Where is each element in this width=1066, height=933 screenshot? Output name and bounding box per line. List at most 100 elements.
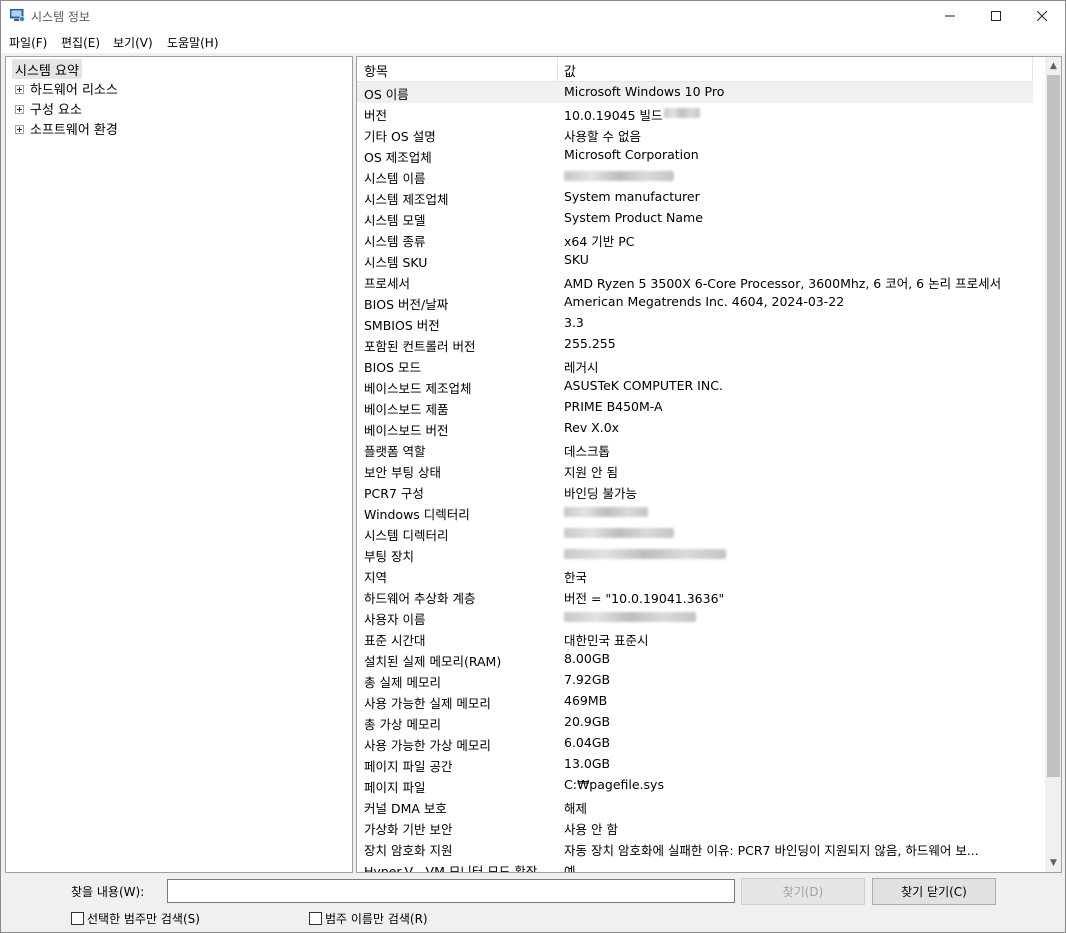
column-divider[interactable] xyxy=(557,57,558,81)
checkbox-box[interactable] xyxy=(309,912,322,925)
column-header-value[interactable]: 값 xyxy=(564,61,576,80)
row-item-label: 표준 시간대 xyxy=(364,633,426,648)
row-item-label: 시스템 모델 xyxy=(364,213,426,228)
table-row[interactable]: 부팅 장치 xyxy=(357,544,1033,565)
tree-item-label: 소프트웨어 환경 xyxy=(30,123,118,138)
table-row[interactable]: 버전 10.0.19045 빌드 xyxy=(357,103,1033,124)
table-row[interactable]: 보안 부팅 상태 지원 안 됨 xyxy=(357,460,1033,481)
row-item-label: 사용 가능한 실제 메모리 xyxy=(364,696,491,711)
row-value: 해제 xyxy=(564,801,588,816)
redacted-value xyxy=(564,168,674,184)
table-row[interactable]: SMBIOS 버전 3.3 xyxy=(357,313,1033,334)
row-value: PRIME B450M-A xyxy=(564,399,663,414)
row-value: Microsoft Windows 10 Pro xyxy=(564,84,725,99)
tree-item-hardware-resources[interactable]: 하드웨어 리소스 xyxy=(6,79,346,99)
table-row[interactable]: OS 제조업체 Microsoft Corporation xyxy=(357,145,1033,166)
table-row[interactable]: 설치된 실제 메모리(RAM) 8.00GB xyxy=(357,649,1033,670)
row-item-label: OS 제조업체 xyxy=(364,150,432,165)
table-row[interactable]: 시스템 모델 System Product Name xyxy=(357,208,1033,229)
table-row[interactable]: 시스템 SKU SKU xyxy=(357,250,1033,271)
minimize-button[interactable] xyxy=(927,1,973,31)
table-row[interactable]: BIOS 모드 레거시 xyxy=(357,355,1033,376)
scroll-thumb[interactable] xyxy=(1047,75,1060,777)
row-value: 버전 = "10.0.19041.3636" xyxy=(564,591,725,606)
row-value: Microsoft Corporation xyxy=(564,147,699,162)
table-row[interactable]: 베이스보드 버전 Rev X.0x xyxy=(357,418,1033,439)
row-value: SKU xyxy=(564,252,589,267)
row-item-label: 베이스보드 버전 xyxy=(364,423,449,438)
row-item-label: 페이지 파일 공간 xyxy=(364,759,453,774)
tree-item-label: 구성 요소 xyxy=(30,103,82,118)
column-header-item[interactable]: 항목 xyxy=(364,61,388,80)
table-row[interactable]: 커널 DMA 보호 해제 xyxy=(357,796,1033,817)
tree-item-components[interactable]: 구성 요소 xyxy=(6,99,346,119)
row-item-label: 시스템 이름 xyxy=(364,171,426,186)
expand-icon[interactable] xyxy=(15,125,24,134)
table-row[interactable]: 사용자 이름 xyxy=(357,607,1033,628)
table-row[interactable]: 하드웨어 추상화 계층 버전 = "10.0.19041.3636" xyxy=(357,586,1033,607)
table-row[interactable]: 베이스보드 제조업체 ASUSTeK COMPUTER INC. xyxy=(357,376,1033,397)
close-button[interactable] xyxy=(1019,1,1065,31)
row-item-label: 커널 DMA 보호 xyxy=(364,801,447,816)
expand-icon[interactable] xyxy=(15,105,24,114)
row-item-label: 포함된 컨트롤러 버전 xyxy=(364,339,476,354)
table-row[interactable]: 시스템 디렉터리 xyxy=(357,523,1033,544)
table-row[interactable]: PCR7 구성 바인딩 불가능 xyxy=(357,481,1033,502)
table-row[interactable]: 페이지 파일 C:₩pagefile.sys xyxy=(357,775,1033,796)
vertical-scrollbar[interactable]: ▲ ▼ xyxy=(1045,57,1061,872)
table-row[interactable]: Hyper-V - VM 모니터 모드 확장 예 xyxy=(357,859,1033,873)
table-row[interactable]: 포함된 컨트롤러 버전 255.255 xyxy=(357,334,1033,355)
table-row[interactable]: 장치 암호화 지원 자동 장치 암호화에 실패한 이유: PCR7 바인딩이 지원… xyxy=(357,838,1033,859)
tree-item-system-summary[interactable]: 시스템 요약 xyxy=(12,59,82,79)
table-row[interactable]: BIOS 버전/날짜 American Megatrends Inc. 4604,… xyxy=(357,292,1033,313)
scroll-down-icon[interactable]: ▼ xyxy=(1045,854,1061,871)
menu-bar: 파일(F) 편집(E) 보기(V) 도움말(H) xyxy=(1,31,1065,53)
row-value: 20.9GB xyxy=(564,714,611,729)
search-selected-category-checkbox[interactable]: 선택한 범주만 검색(S) xyxy=(71,910,200,927)
table-row[interactable]: Windows 디렉터리 xyxy=(357,502,1033,523)
scroll-up-icon[interactable]: ▲ xyxy=(1045,57,1061,74)
find-button[interactable]: 찾기(D) xyxy=(741,878,865,905)
table-row[interactable]: 표준 시간대 대한민국 표준시 xyxy=(357,628,1033,649)
row-value: 예 xyxy=(564,864,576,873)
table-row[interactable]: 가상화 기반 보안 사용 안 함 xyxy=(357,817,1033,838)
row-value: 13.0GB xyxy=(564,756,611,771)
menu-help[interactable]: 도움말(H) xyxy=(167,34,219,51)
row-value: ASUSTeK COMPUTER INC. xyxy=(564,378,723,393)
menu-edit[interactable]: 편집(E) xyxy=(61,34,100,51)
menu-view[interactable]: 보기(V) xyxy=(113,34,153,51)
menu-file[interactable]: 파일(F) xyxy=(9,34,47,51)
table-row[interactable]: 시스템 종류 x64 기반 PC xyxy=(357,229,1033,250)
close-find-button[interactable]: 찾기 닫기(C) xyxy=(872,878,996,905)
table-row[interactable]: 지역 한국 xyxy=(357,565,1033,586)
checkbox-box[interactable] xyxy=(71,912,84,925)
row-item-label: 플랫폼 역할 xyxy=(364,444,426,459)
table-row[interactable]: 기타 OS 설명 사용할 수 없음 xyxy=(357,124,1033,145)
row-value: 바인딩 불가능 xyxy=(564,486,637,501)
close-icon xyxy=(1037,11,1047,21)
table-row[interactable]: 프로세서 AMD Ryzen 5 3500X 6-Core Processor, … xyxy=(357,271,1033,292)
table-row[interactable]: 플랫폼 역할 데스크톱 xyxy=(357,439,1033,460)
row-value: System manufacturer xyxy=(564,189,700,204)
table-row[interactable]: 베이스보드 제품 PRIME B450M-A xyxy=(357,397,1033,418)
row-item-label: PCR7 구성 xyxy=(364,486,424,501)
row-item-label: 페이지 파일 xyxy=(364,780,426,795)
table-row[interactable]: OS 이름 Microsoft Windows 10 Pro xyxy=(357,82,1033,103)
list-rows: OS 이름 Microsoft Windows 10 Pro 버전 10.0.1904… xyxy=(357,82,1033,873)
system-info-window: 시스템 정보 파일(F) 편집(E) 보기(V) 도움말(H) 시스템 요약 하… xyxy=(0,0,1066,933)
checkbox-label: 범주 이름만 검색(R) xyxy=(325,912,428,926)
table-row[interactable]: 사용 가능한 가상 메모리 6.04GB xyxy=(357,733,1033,754)
find-input[interactable] xyxy=(167,879,735,903)
table-row[interactable]: 총 실제 메모리 7.92GB xyxy=(357,670,1033,691)
expand-icon[interactable] xyxy=(15,85,24,94)
maximize-button[interactable] xyxy=(973,1,1019,31)
table-row[interactable]: 사용 가능한 실제 메모리 469MB xyxy=(357,691,1033,712)
row-item-label: BIOS 버전/날짜 xyxy=(364,297,449,312)
search-category-names-checkbox[interactable]: 범주 이름만 검색(R) xyxy=(309,910,428,927)
table-row[interactable]: 시스템 이름 xyxy=(357,166,1033,187)
column-divider[interactable] xyxy=(1032,57,1033,81)
tree-item-software-environment[interactable]: 소프트웨어 환경 xyxy=(6,119,346,139)
table-row[interactable]: 페이지 파일 공간 13.0GB xyxy=(357,754,1033,775)
table-row[interactable]: 시스템 제조업체 System manufacturer xyxy=(357,187,1033,208)
table-row[interactable]: 총 가상 메모리 20.9GB xyxy=(357,712,1033,733)
